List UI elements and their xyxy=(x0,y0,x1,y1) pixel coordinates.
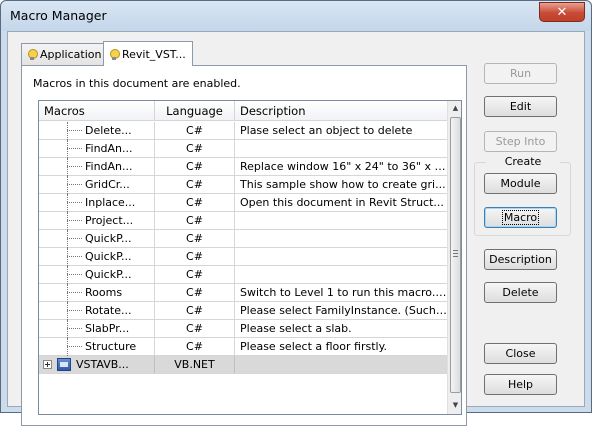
step-into-button[interactable]: Step Into xyxy=(484,131,557,152)
delete-button[interactable]: Delete xyxy=(484,282,557,303)
macro-row[interactable]: QuickP... C# xyxy=(39,266,447,284)
macro-description-cell: Please select a slab. xyxy=(240,322,352,335)
macro-description-cell: Plase select an object to delete xyxy=(240,124,413,137)
tab-application[interactable]: Application xyxy=(21,43,109,65)
macro-language-cell: C# xyxy=(155,248,235,265)
macro-button-label: Macro xyxy=(501,210,540,225)
step-into-button-label: Step Into xyxy=(495,135,546,148)
macro-description-cell: Please select FamilyInstance. (Such ... xyxy=(240,304,447,317)
macro-language-cell: C# xyxy=(155,176,235,193)
macro-row[interactable]: Rooms C# Switch to Level 1 to run this mac… xyxy=(39,284,447,302)
macro-description-cell xyxy=(235,248,447,265)
dialog-client-area: Application Revit_VST... Macros in this … xyxy=(7,31,585,426)
macro-language-cell: C# xyxy=(155,302,235,319)
column-header-macros[interactable]: Macros xyxy=(39,101,155,121)
macro-description-cell xyxy=(235,212,447,229)
macro-row[interactable]: Delete... C# Plase select an object to del… xyxy=(39,122,447,140)
macro-description-cell: Open this document in Revit Struct... xyxy=(240,196,444,209)
window-close-button[interactable]: ✕ xyxy=(539,2,585,22)
macro-row[interactable]: QuickP... C# xyxy=(39,248,447,266)
close-button-label: Close xyxy=(505,347,536,360)
vertical-scrollbar[interactable]: ▲ ▼ xyxy=(447,101,461,414)
macro-language-cell: C# xyxy=(155,122,235,139)
module-description-cell xyxy=(235,356,447,373)
macro-name-cell: SlabPr... xyxy=(39,320,155,337)
macro-language-cell: C# xyxy=(155,266,235,283)
macro-description-cell: Replace window 16" x 24" to 36" x 72" xyxy=(240,160,447,173)
edit-button[interactable]: Edit xyxy=(484,96,557,117)
tree-rows: Delete... C# Plase select an object to del… xyxy=(39,122,447,374)
macro-language-cell: C# xyxy=(155,158,235,175)
title-bar[interactable]: Macro Manager ✕ xyxy=(1,1,591,31)
macro-description-cell xyxy=(235,266,447,283)
module-name-cell: VSTAVB... xyxy=(39,356,155,373)
lightbulb-icon xyxy=(28,49,38,60)
macro-row[interactable]: Structure C# Please select a floor firstly… xyxy=(39,338,447,356)
macro-manager-window: Macro Manager ✕ Application Revit_VST...… xyxy=(0,0,592,426)
macro-language-cell: C# xyxy=(155,194,235,211)
macro-language-cell: C# xyxy=(155,320,235,337)
macro-row[interactable]: QuickP... C# xyxy=(39,230,447,248)
macro-tree-list[interactable]: Macros Language Description Delete... C# P… xyxy=(38,100,462,415)
module-row[interactable]: VSTAVB... VB.NET xyxy=(39,356,447,374)
macro-name-cell: Structure xyxy=(39,338,155,355)
create-group-label: Create xyxy=(486,155,560,168)
macro-name-cell: Delete... xyxy=(39,122,155,139)
macro-description-cell: Switch to Level 1 to run this macro. ... xyxy=(240,286,447,299)
macro-row[interactable]: Rotate... C# Please select FamilyInstance.… xyxy=(39,302,447,320)
window-title: Macro Manager xyxy=(10,8,107,23)
run-button-label: Run xyxy=(509,67,532,80)
macro-description-cell xyxy=(235,230,447,247)
scroll-down-arrow-icon[interactable]: ▼ xyxy=(448,398,461,413)
macro-language-cell: C# xyxy=(155,212,235,229)
macro-language-cell: C# xyxy=(155,338,235,355)
macro-row[interactable]: Project... C# xyxy=(39,212,447,230)
tab-revit-vst[interactable]: Revit_VST... xyxy=(103,41,193,66)
macro-name-cell: GridCr... xyxy=(39,176,155,193)
macro-description-cell: This sample show how to create gri... xyxy=(240,178,446,191)
delete-button-label: Delete xyxy=(502,286,539,299)
tab-application-label: Application xyxy=(40,48,102,61)
macro-language-cell: C# xyxy=(155,140,235,157)
description-button[interactable]: Description xyxy=(484,249,557,270)
column-header-language[interactable]: Language xyxy=(155,101,235,121)
create-macro-button[interactable]: Macro xyxy=(484,207,557,228)
module-language-cell: VB.NET xyxy=(155,356,235,373)
macro-name-cell: Project... xyxy=(39,212,155,229)
scrollbar-thumb[interactable] xyxy=(450,117,461,393)
help-button[interactable]: Help xyxy=(484,374,557,395)
macro-name-cell: Rotate... xyxy=(39,302,155,319)
macro-name-cell: Inplace... xyxy=(39,194,155,211)
run-button[interactable]: Run xyxy=(484,63,557,84)
macro-row[interactable]: FindAn... C# Replace window 16" x 24" to 3… xyxy=(39,158,447,176)
description-button-label: Description xyxy=(489,253,552,266)
macro-name-cell: FindAn... xyxy=(39,140,155,157)
macro-row[interactable]: SlabPr... C# Please select a slab. xyxy=(39,320,447,338)
help-button-label: Help xyxy=(507,378,534,391)
close-button[interactable]: Close xyxy=(484,343,557,364)
macro-description-cell xyxy=(235,140,447,157)
macro-row[interactable]: Inplace... C# Open this document in Revit … xyxy=(39,194,447,212)
macro-description-cell: Please select a floor firstly. xyxy=(240,340,388,353)
macro-name-cell: QuickP... xyxy=(39,248,155,265)
lightbulb-icon xyxy=(110,48,120,60)
macro-status-message: Macros in this document are enabled. xyxy=(33,77,241,90)
macro-name-cell: QuickP... xyxy=(39,266,155,283)
scroll-grip-icon xyxy=(453,250,458,257)
create-module-button[interactable]: Module xyxy=(484,173,557,194)
macro-name-cell: FindAn... xyxy=(39,158,155,175)
edit-button-label: Edit xyxy=(509,100,532,113)
macro-name-cell: Rooms xyxy=(39,284,155,301)
scroll-up-arrow-icon[interactable]: ▲ xyxy=(448,101,461,116)
macro-language-cell: C# xyxy=(155,230,235,247)
tab-revit-vst-label: Revit_VST... xyxy=(122,47,186,61)
macro-row[interactable]: FindAn... C# xyxy=(39,140,447,158)
module-button-label: Module xyxy=(500,177,541,190)
tree-header: Macros Language Description xyxy=(39,101,447,121)
macro-row[interactable]: GridCr... C# This sample show how to creat… xyxy=(39,176,447,194)
macro-language-cell: C# xyxy=(155,284,235,301)
column-header-description[interactable]: Description xyxy=(235,101,447,121)
macro-name-cell: QuickP... xyxy=(39,230,155,247)
